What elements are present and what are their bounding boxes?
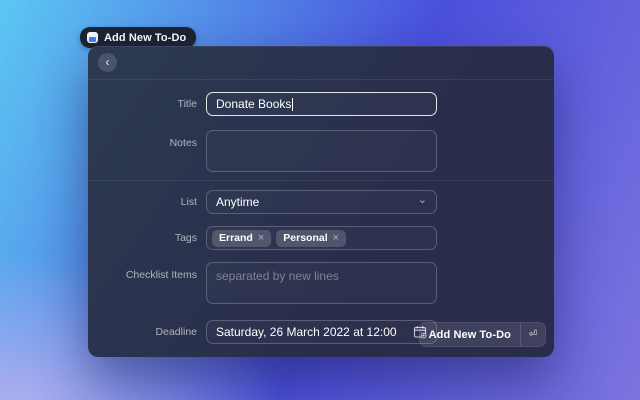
list-select[interactable]: Anytime ⌄ bbox=[206, 190, 437, 214]
enter-key-icon: ⏎ bbox=[521, 329, 545, 340]
notes-input[interactable] bbox=[206, 130, 437, 172]
command-tooltip-label: Add New To-Do bbox=[104, 32, 186, 44]
tags-label: Tags bbox=[88, 226, 197, 250]
app-icon bbox=[87, 32, 98, 43]
chevron-down-icon: ⌄ bbox=[418, 195, 427, 206]
command-tooltip: Add New To-Do bbox=[80, 27, 196, 48]
checklist-input[interactable]: separated by new lines bbox=[206, 262, 437, 304]
title-label: Title bbox=[88, 92, 197, 116]
checklist-placeholder: separated by new lines bbox=[216, 269, 339, 283]
desktop-background: Add New To-Do ‹ Title Donate Books Notes… bbox=[0, 0, 640, 400]
back-chevron-icon: ‹ bbox=[106, 56, 110, 68]
add-todo-window: ‹ Title Donate Books Notes List Anytime … bbox=[88, 46, 554, 357]
deadline-input-value: Saturday, 26 March 2022 at 12:00 bbox=[216, 325, 397, 339]
form-divider bbox=[88, 180, 554, 181]
tag-chip[interactable]: Personal × bbox=[276, 230, 346, 247]
tag-chip[interactable]: Errand × bbox=[212, 230, 271, 247]
tags-input[interactable]: Errand × Personal × bbox=[206, 226, 437, 250]
deadline-label: Deadline bbox=[88, 320, 197, 344]
list-label: List bbox=[88, 190, 197, 214]
remove-tag-icon[interactable]: × bbox=[258, 233, 264, 244]
checklist-label: Checklist Items bbox=[88, 269, 197, 281]
deadline-input[interactable]: Saturday, 26 March 2022 at 12:00 bbox=[206, 320, 437, 344]
text-caret bbox=[292, 98, 293, 111]
header-divider bbox=[88, 79, 554, 80]
notes-label: Notes bbox=[88, 137, 197, 149]
remove-tag-icon[interactable]: × bbox=[333, 233, 339, 244]
back-button[interactable]: ‹ bbox=[98, 53, 117, 72]
tag-chip-label: Personal bbox=[283, 233, 327, 244]
add-new-todo-button-label: Add New To-Do bbox=[420, 329, 520, 341]
list-select-value: Anytime bbox=[216, 195, 259, 209]
title-input-value: Donate Books bbox=[216, 97, 291, 111]
tag-chip-label: Errand bbox=[219, 233, 253, 244]
add-new-todo-button[interactable]: Add New To-Do ⏎ bbox=[419, 322, 546, 347]
title-input[interactable]: Donate Books bbox=[206, 92, 437, 116]
window-header: ‹ bbox=[88, 46, 554, 79]
